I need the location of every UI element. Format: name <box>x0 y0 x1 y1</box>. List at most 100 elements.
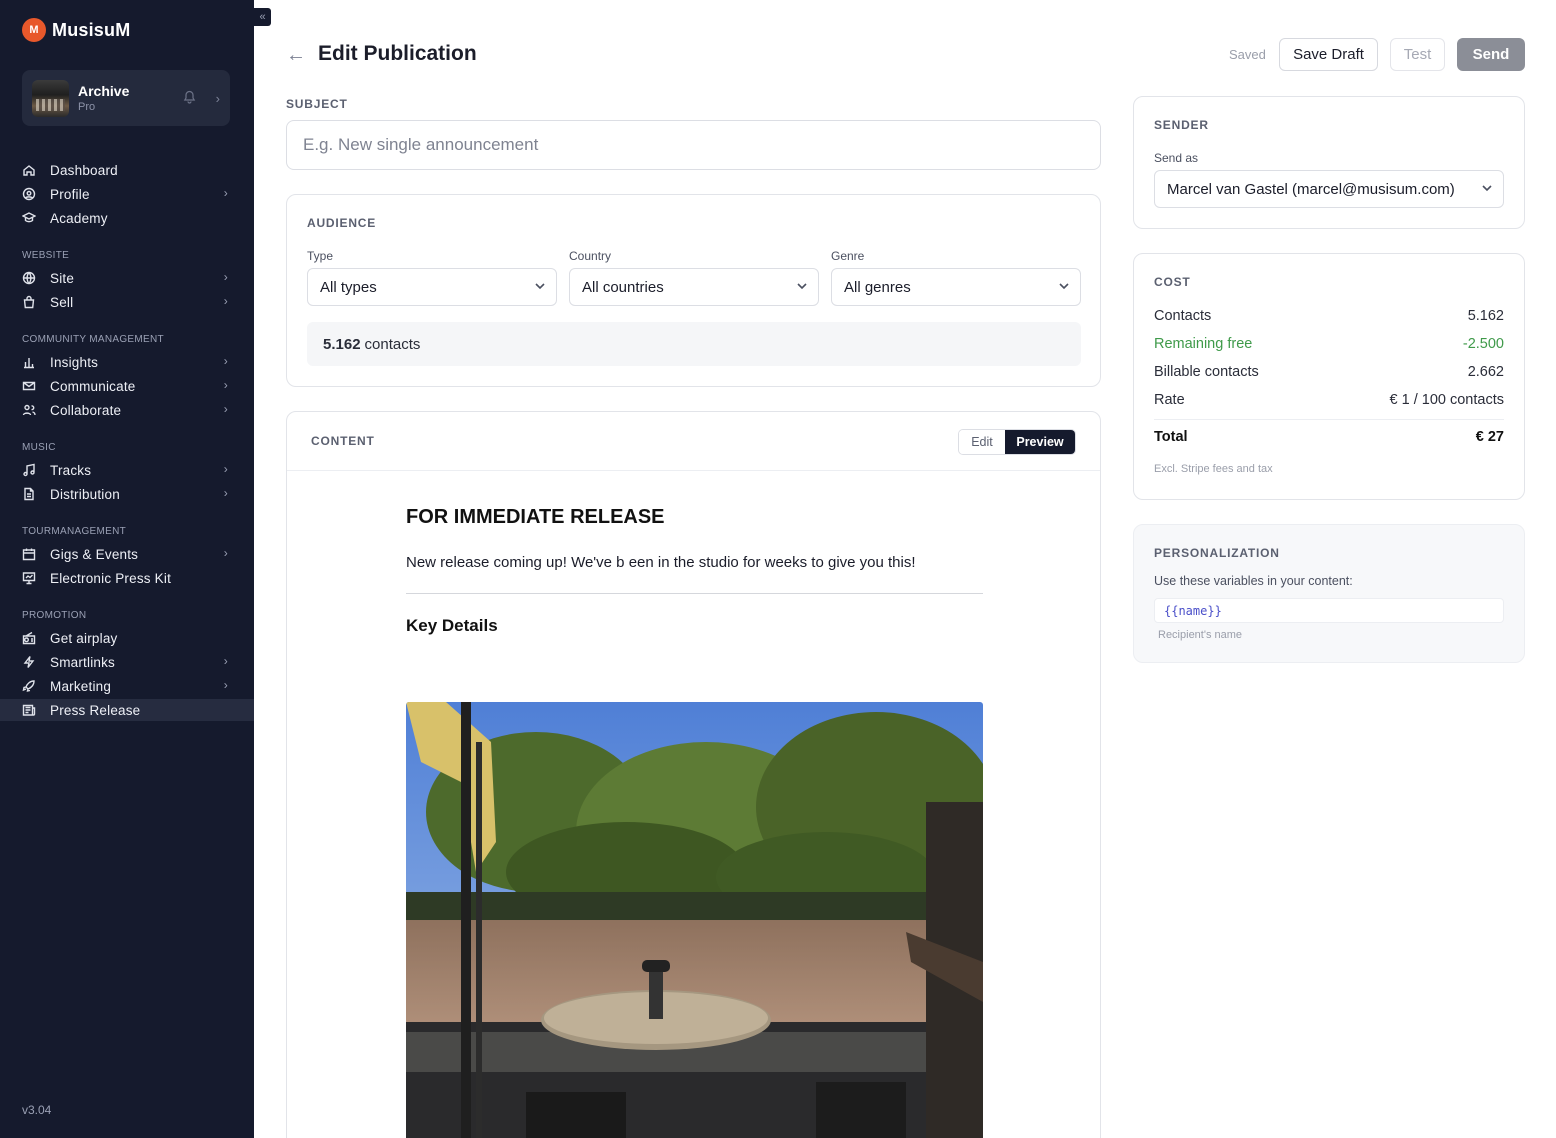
send-as-value: Marcel van Gastel (marcel@musisum.com) <box>1167 180 1455 198</box>
sidebar-section-title: TOURMANAGEMENT <box>22 526 127 537</box>
cost-row-value: 5.162 <box>1467 308 1504 324</box>
sidebar-item-label: Sell <box>50 294 74 310</box>
newspaper-icon <box>22 703 36 717</box>
chevron-right-icon: › <box>223 378 228 392</box>
calendar-icon <box>22 547 36 561</box>
total-value: € 27 <box>1475 429 1504 445</box>
sidebar: M MusisuM Archive Pro › Dashboard Profile… <box>0 0 254 1138</box>
type-select[interactable]: All types <box>307 268 557 306</box>
sidebar-item-label: Site <box>50 270 75 286</box>
chevron-right-icon: › <box>223 402 228 416</box>
genre-select[interactable]: All genres <box>831 268 1081 306</box>
sidebar-item-dashboard[interactable]: Dashboard <box>0 159 254 181</box>
variable-chip[interactable]: {{name}} <box>1154 598 1504 623</box>
cost-row-label: Billable contacts <box>1154 364 1259 380</box>
sidebar-item-marketing[interactable]: Marketing › <box>0 675 254 697</box>
cost-row-label: Rate <box>1154 392 1185 408</box>
radio-icon <box>22 631 36 645</box>
chevron-down-icon <box>534 279 545 290</box>
type-label: Type <box>307 249 334 263</box>
variable-description: Recipient's name <box>1158 629 1243 641</box>
preview-body: New release coming up! We've b een in th… <box>406 554 916 571</box>
save-draft-button[interactable]: Save Draft <box>1279 38 1378 71</box>
chevron-right-icon: › <box>223 270 228 284</box>
send-button[interactable]: Send <box>1457 38 1525 71</box>
contacts-count-suffix: contacts <box>364 335 421 353</box>
test-button[interactable]: Test <box>1390 38 1445 71</box>
total-label: Total <box>1154 429 1188 445</box>
divider <box>406 593 983 594</box>
sidebar-item-get-airplay[interactable]: Get airplay <box>0 627 254 649</box>
brand-logo-icon: M <box>22 18 46 42</box>
send-as-select[interactable]: Marcel van Gastel (marcel@musisum.com) <box>1154 170 1504 208</box>
send-as-label: Send as <box>1154 151 1199 165</box>
chevron-down-icon <box>1481 181 1492 192</box>
cost-row-rate: Rate € 1 / 100 contacts <box>1154 392 1504 408</box>
cost-row-remaining-free: Remaining free -2.500 <box>1154 336 1504 352</box>
sidebar-item-gigs-events[interactable]: Gigs & Events › <box>0 543 254 565</box>
sidebar-item-electronic-press-kit[interactable]: Electronic Press Kit <box>0 567 254 589</box>
avatar <box>32 79 69 117</box>
sidebar-section-title: MUSIC <box>22 442 56 453</box>
sidebar-item-label: Tracks <box>50 462 92 478</box>
home-icon <box>22 163 36 177</box>
sidebar-item-label: Gigs & Events <box>50 546 139 562</box>
collapse-sidebar-button[interactable]: « <box>254 8 271 26</box>
sidebar-item-distribution[interactable]: Distribution › <box>0 483 254 505</box>
presentation-icon <box>22 571 36 585</box>
sidebar-item-collaborate[interactable]: Collaborate › <box>0 399 254 421</box>
subject-label: SUBJECT <box>286 97 348 111</box>
account-name: Archive <box>78 83 130 99</box>
cost-row-contacts: Contacts 5.162 <box>1154 308 1504 324</box>
account-plan: Pro <box>78 101 96 113</box>
music-note-icon <box>22 463 36 477</box>
preview-subheading: Key Details <box>406 616 498 635</box>
content-header: CONTENT Edit Preview <box>287 412 1100 471</box>
sidebar-item-tracks[interactable]: Tracks › <box>0 459 254 481</box>
tab-edit[interactable]: Edit <box>959 430 1005 454</box>
cost-card: COST Contacts 5.162 Remaining free -2.50… <box>1133 253 1525 500</box>
chevron-right-icon: › <box>223 186 228 200</box>
sidebar-item-sell[interactable]: Sell › <box>0 291 254 313</box>
sidebar-item-label: Electronic Press Kit <box>50 570 172 586</box>
shopping-bag-icon <box>22 295 36 309</box>
sidebar-item-press-release[interactable]: Press Release <box>0 699 254 721</box>
genre-select-value: All genres <box>844 278 911 296</box>
cost-note: Excl. Stripe fees and tax <box>1154 463 1273 475</box>
subject-input[interactable]: E.g. New single announcement <box>286 120 1101 170</box>
sidebar-item-smartlinks[interactable]: Smartlinks › <box>0 651 254 673</box>
sender-label: SENDER <box>1154 118 1209 132</box>
sidebar-item-communicate[interactable]: Communicate › <box>0 375 254 397</box>
bell-icon[interactable] <box>183 90 196 107</box>
personalization-label: PERSONALIZATION <box>1154 546 1280 560</box>
concert-photo <box>406 702 983 1138</box>
sidebar-item-label: Get airplay <box>50 630 118 646</box>
user-circle-icon <box>22 187 36 201</box>
graduation-cap-icon <box>22 211 36 225</box>
sender-card: SENDER Send as Marcel van Gastel (marcel… <box>1133 96 1525 229</box>
content-card: CONTENT Edit Preview FOR IMMEDIATE RELEA… <box>286 411 1101 1138</box>
cost-row-label: Remaining free <box>1154 336 1253 352</box>
chevron-right-icon[interactable]: › <box>216 91 220 106</box>
sidebar-item-profile[interactable]: Profile › <box>0 183 254 205</box>
sidebar-item-label: Smartlinks <box>50 654 116 670</box>
sidebar-item-label: Dashboard <box>50 162 118 178</box>
sidebar-item-site[interactable]: Site › <box>0 267 254 289</box>
account-switcher[interactable]: Archive Pro › <box>22 70 230 126</box>
sidebar-section-title: PROMOTION <box>22 610 87 621</box>
genre-label: Genre <box>831 249 865 263</box>
chevron-down-icon <box>1058 279 1069 290</box>
version-label: v3.04 <box>22 1103 52 1117</box>
brand[interactable]: M MusisuM <box>22 18 130 42</box>
edit-preview-toggle: Edit Preview <box>958 429 1076 455</box>
back-arrow-icon[interactable]: ← <box>286 44 306 67</box>
country-select[interactable]: All countries <box>569 268 819 306</box>
users-icon <box>22 403 36 417</box>
sidebar-item-label: Academy <box>50 210 108 226</box>
type-select-value: All types <box>320 278 377 296</box>
sidebar-item-insights[interactable]: Insights › <box>0 351 254 373</box>
sidebar-item-academy[interactable]: Academy <box>0 207 254 229</box>
chevron-down-icon <box>796 279 807 290</box>
country-label: Country <box>569 249 612 263</box>
tab-preview[interactable]: Preview <box>1005 430 1075 454</box>
